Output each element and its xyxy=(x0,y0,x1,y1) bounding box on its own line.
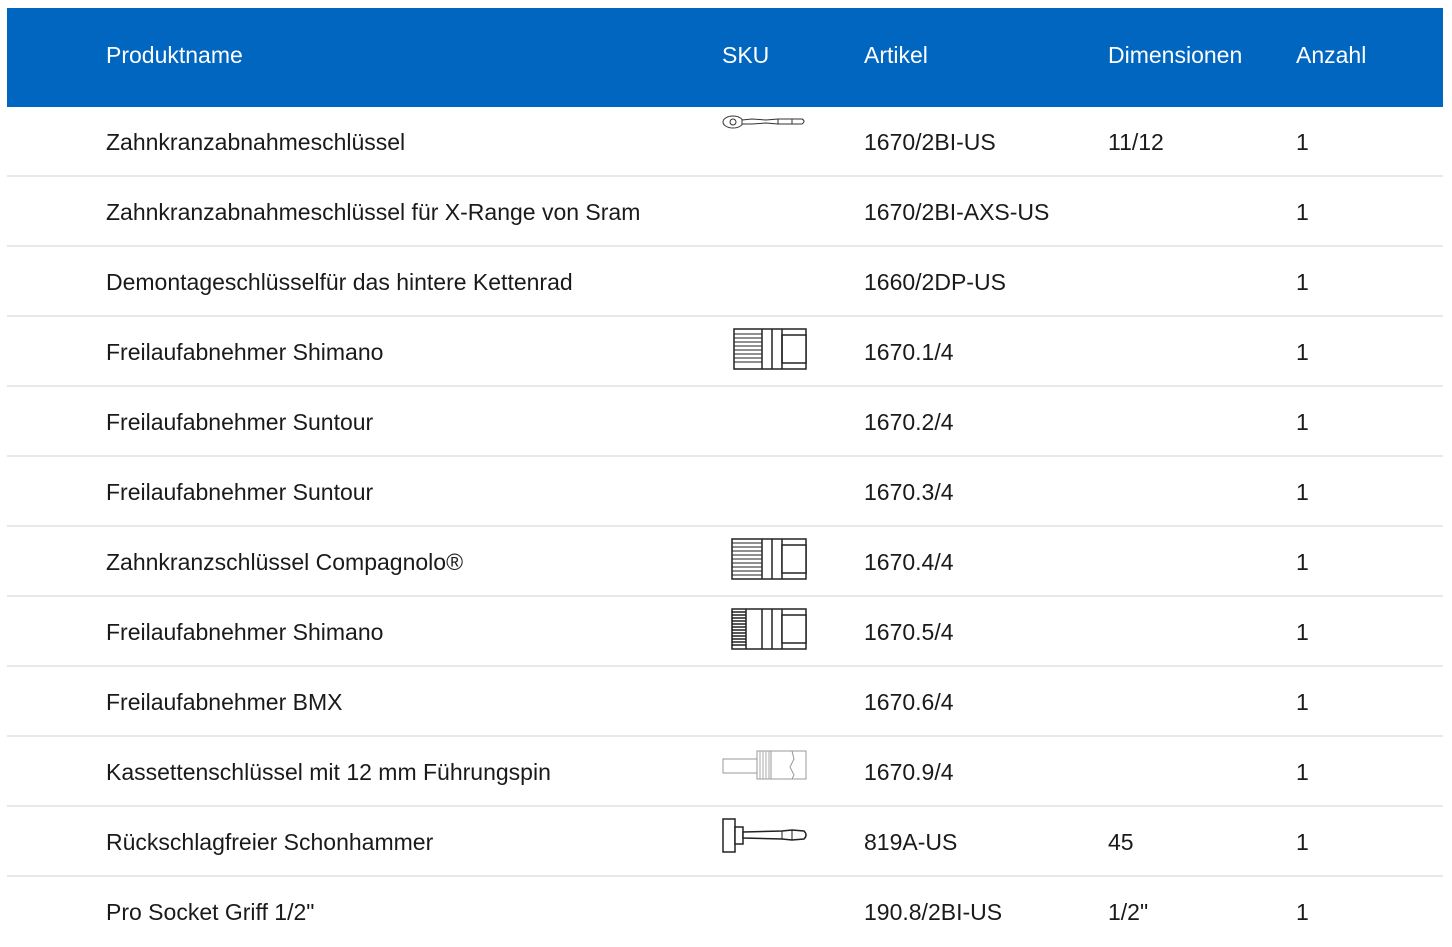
cell-dimensions: 1/2" xyxy=(1108,899,1149,925)
table-row: Pro Socket Griff 1/2" 190.8/2BI-US 1/2" … xyxy=(7,877,1443,945)
header-product-name[interactable]: Produktname xyxy=(106,8,243,107)
cell-product-name: Demontageschlüsselfür das hintere Ketten… xyxy=(106,269,573,295)
cell-article: 1670.1/4 xyxy=(864,339,954,365)
header-sku[interactable]: SKU xyxy=(722,8,769,107)
product-table: Produktname SKU Artikel Dimensionen Anza… xyxy=(7,8,1443,945)
cell-article: 1670.3/4 xyxy=(864,479,954,505)
cell-quantity: 1 xyxy=(1296,269,1309,295)
table-row: Freilaufabnehmer Shimano 1670.5/4 1 xyxy=(7,597,1443,667)
cell-dimensions: 11/12 xyxy=(1108,129,1164,155)
table-row: Zahnkranzschlüssel Compagnolo® 1670.4/4 xyxy=(7,527,1443,597)
cell-quantity: 1 xyxy=(1296,339,1309,365)
dead-blow-hammer-icon xyxy=(722,807,808,875)
cell-article: 1670.5/4 xyxy=(864,619,954,645)
cell-article: 819A-US xyxy=(864,829,958,855)
table-row: Freilaufabnehmer Suntour 1670.3/4 1 xyxy=(7,457,1443,527)
cell-product-name: Kassettenschlüssel mit 12 mm Führungspin xyxy=(106,759,551,785)
cell-article: 190.8/2BI-US xyxy=(864,899,1003,925)
cell-quantity: 1 xyxy=(1296,899,1309,925)
cell-product-name: Rückschlagfreier Schonhammer xyxy=(106,829,434,855)
cell-product-name: Freilaufabnehmer Shimano xyxy=(106,339,384,365)
header-dimensions[interactable]: Dimensionen xyxy=(1108,8,1242,107)
cell-article: 1670.4/4 xyxy=(864,549,954,575)
ratchet-wrench-icon xyxy=(722,107,808,175)
cell-article: 1660/2DP-US xyxy=(864,269,1006,295)
table-row: Rückschlagfreier Schonhammer 819A-US 45 … xyxy=(7,807,1443,877)
table-row: Freilaufabnehmer BMX 1670.6/4 1 xyxy=(7,667,1443,737)
cell-article: 1670/2BI-US xyxy=(864,129,996,155)
cell-quantity: 1 xyxy=(1296,129,1309,155)
table-row: Zahnkranzabnahmeschlüssel für X-Range vo… xyxy=(7,177,1443,247)
table-header: Produktname SKU Artikel Dimensionen Anza… xyxy=(7,8,1443,107)
cell-dimensions: 45 xyxy=(1108,829,1134,855)
cell-product-name: Zahnkranzabnahmeschlüssel xyxy=(106,129,406,155)
freewheel-remover-icon xyxy=(722,527,808,595)
freewheel-remover-dense-icon xyxy=(722,597,808,665)
freewheel-remover-icon xyxy=(722,317,808,385)
cell-quantity: 1 xyxy=(1296,759,1309,785)
table-row: Freilaufabnehmer Suntour 1670.2/4 1 xyxy=(7,387,1443,457)
cell-product-name: Freilaufabnehmer Suntour xyxy=(106,409,374,435)
header-quantity[interactable]: Anzahl xyxy=(1296,8,1366,107)
table-row: Zahnkranzabnahmeschlüssel 1670/2BI-US 11… xyxy=(7,107,1443,177)
cell-article: 1670.6/4 xyxy=(864,689,954,715)
cell-product-name: Pro Socket Griff 1/2" xyxy=(106,899,315,925)
table-row: Demontageschlüsselfür das hintere Ketten… xyxy=(7,247,1443,317)
cell-product-name: Freilaufabnehmer Shimano xyxy=(106,619,384,645)
cassette-tool-icon xyxy=(722,737,808,805)
cell-quantity: 1 xyxy=(1296,829,1309,855)
cell-quantity: 1 xyxy=(1296,619,1309,645)
cell-product-name: Zahnkranzabnahmeschlüssel für X-Range vo… xyxy=(106,199,641,225)
header-article[interactable]: Artikel xyxy=(864,8,928,107)
cell-article: 1670.9/4 xyxy=(864,759,954,785)
cell-quantity: 1 xyxy=(1296,689,1309,715)
cell-product-name: Freilaufabnehmer BMX xyxy=(106,689,343,715)
cell-product-name: Zahnkranzschlüssel Compagnolo® xyxy=(106,549,464,575)
cell-article: 1670/2BI-AXS-US xyxy=(864,199,1050,225)
cell-quantity: 1 xyxy=(1296,409,1309,435)
cell-quantity: 1 xyxy=(1296,199,1309,225)
table-row: Freilaufabnehmer Shimano 1670.1/4 1 xyxy=(7,317,1443,387)
cell-product-name: Freilaufabnehmer Suntour xyxy=(106,479,374,505)
cell-quantity: 1 xyxy=(1296,549,1309,575)
cell-article: 1670.2/4 xyxy=(864,409,954,435)
table-row: Kassettenschlüssel mit 12 mm Führungspin… xyxy=(7,737,1443,807)
cell-quantity: 1 xyxy=(1296,479,1309,505)
